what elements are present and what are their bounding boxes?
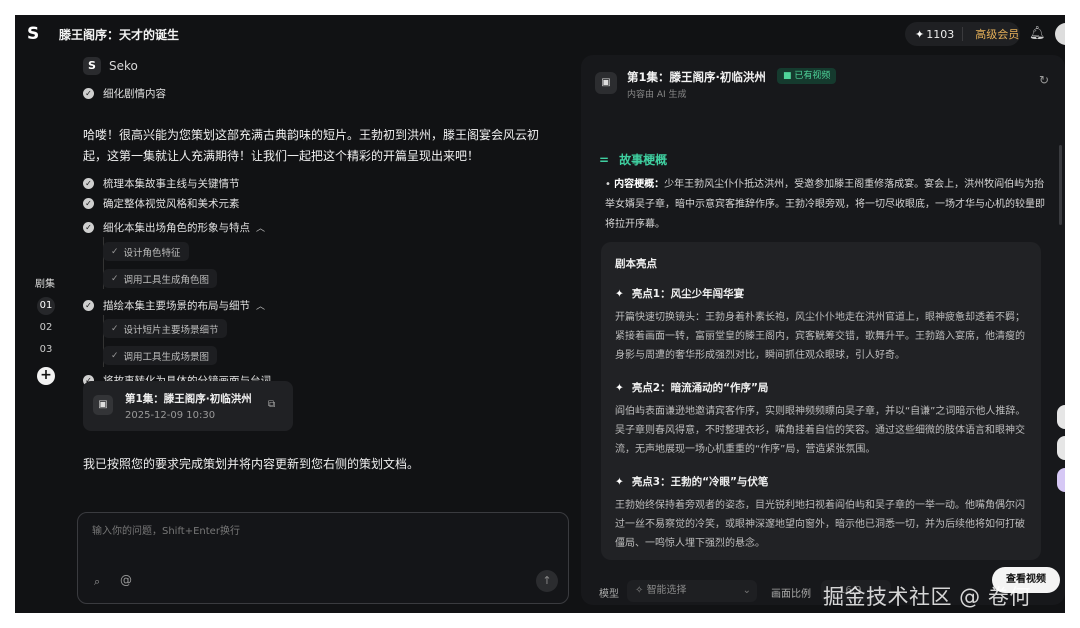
check-icon: ✓ (83, 222, 94, 233)
section-icon: = (599, 153, 610, 167)
seko-logo-icon: S (83, 57, 101, 75)
panel-title: 第1集：滕王阁序·初临洪州 (627, 70, 766, 84)
step-label: 细化剧情内容 (103, 88, 166, 100)
step-item: ✓ 细化剧情内容 (83, 86, 166, 101)
step-label: 描绘本集主要场景的布局与细节 (103, 300, 250, 312)
sub-step-chip: ✓ 调用工具生成角色图 (103, 269, 218, 288)
side-handle[interactable] (1057, 436, 1065, 460)
mention-icon[interactable]: @ (120, 573, 132, 587)
sub-step-label: 设计短片主要场景细节 (123, 324, 219, 336)
refresh-icon[interactable]: ↻ (1039, 73, 1049, 87)
section-title: = 故事梗概 (599, 151, 667, 168)
app-logo-icon[interactable]: S (27, 25, 43, 43)
chat-input-box[interactable]: 输入你的问题，Shift+Enter换行 ⌕ @ ↑ (77, 512, 569, 604)
app-window: S 滕王阁序：天才的诞生 ✦ 1103 高级会员 🔔︎ 剧集 01 02 03 … (15, 15, 1065, 613)
scrollbar[interactable] (1059, 145, 1062, 225)
chat-input-placeholder[interactable]: 输入你的问题，Shift+Enter换行 (92, 522, 240, 537)
highlight-title: ✦ 亮点1：风尘少年闯华宴 (615, 286, 744, 301)
summary-text: • 内容梗概：少年王勃风尘仆仆抵达洪州，受邀参加滕王阁重修落成宴。宴会上，洪州牧… (605, 179, 1045, 230)
highlight-title: ✦ 亮点2：暗流涌动的“作序”局 (615, 380, 768, 395)
check-icon: ✓ (83, 198, 94, 209)
step-item: ✓ 梳理本集故事主线与关键情节 (83, 176, 240, 191)
highlight-body: 阎伯屿表面谦逊地邀请宾客作序，实则眼神频频瞟向吴子章，并以“自谦”之词暗示他人推… (615, 406, 1026, 455)
step-item-expandable[interactable]: ✓ 细化本集出场角色的形象与特点 ︿ (83, 220, 265, 235)
highlights-box: 剧本亮点 ✦ 亮点1：风尘少年闯华宴 开篇快速切换镜头：王勃身着朴素长袍，风尘仆仆… (601, 242, 1041, 560)
badge-label: 已有视频 (794, 71, 831, 81)
summary-body: 少年王勃风尘仆仆抵达洪州，受邀参加滕王阁重修落成宴。宴会上，洪州牧阎伯屿为抬举女… (605, 179, 1045, 230)
sub-step-chip: ✓ 设计短片主要场景细节 (103, 319, 227, 338)
episode-01[interactable]: 01 (37, 297, 55, 315)
summary-label: 内容梗概： (614, 179, 665, 190)
highlight-title: ✦ 亮点3：王勃的“冷眼”与伏笔 (615, 474, 768, 489)
sub-step-chip: ✓ 调用工具生成场景图 (103, 346, 218, 365)
document-icon: ▣ (595, 72, 617, 94)
attach-icon[interactable]: ⌕ (94, 575, 100, 589)
chevron-up-icon[interactable]: ︿ (256, 221, 265, 234)
step-item: ✓ 确定整体视觉风格和美术元素 (83, 196, 240, 211)
bell-icon[interactable]: 🔔︎ (1029, 26, 1046, 41)
highlight-title-text: 亮点2：暗流涌动的“作序”局 (631, 382, 769, 394)
highlight-title-text: 亮点1：风尘少年闯华宴 (631, 288, 745, 300)
check-icon: ✓ (111, 273, 119, 284)
model-select[interactable]: ✧ 智能选择 ⌄ (627, 580, 757, 602)
check-icon: ✓ (83, 88, 94, 99)
check-icon: ✓ (83, 300, 94, 311)
sub-step-label: 调用工具生成角色图 (123, 274, 210, 286)
sub-step-label: 调用工具生成场景图 (123, 351, 210, 363)
add-episode-button[interactable]: + (37, 367, 55, 385)
sub-step-label: 设计角色特征 (123, 247, 181, 259)
check-icon: ✓ (111, 323, 119, 334)
highlight-body: 王勃始终保持着旁观者的姿态，目光锐利地扫视着阎伯屿和吴子章的一举一动。他嘴角偶尔… (615, 500, 1025, 549)
model-label: 模型 (599, 589, 619, 600)
episode-03[interactable]: 03 (37, 341, 55, 359)
credits-pill[interactable]: ✦ 1103 高级会员 (905, 22, 1020, 46)
sparkle-icon: ✦ (615, 288, 624, 300)
video-status-badge: ■ 已有视频 (777, 68, 837, 84)
highlights-title: 剧本亮点 (615, 258, 657, 270)
sparkle-icon: ✦ (615, 382, 624, 394)
side-handle[interactable] (1057, 405, 1065, 429)
highlight-title-text: 亮点3：王勃的“冷眼”与伏笔 (631, 476, 769, 488)
step-label: 梳理本集故事主线与关键情节 (103, 178, 240, 190)
card-date: 2025-12-09 10:30 (125, 410, 216, 421)
episode-02[interactable]: 02 (37, 319, 55, 337)
step-label: 确定整体视觉风格和美术元素 (103, 198, 240, 210)
avatar[interactable] (1055, 23, 1065, 45)
sparkle-icon: ✦ (915, 27, 925, 41)
document-icon: ▣ (93, 395, 113, 415)
model-value: 智能选择 (646, 585, 687, 596)
credits-count: 1103 (926, 27, 955, 41)
highlight-body: 开篇快速切换镜头：王勃身着朴素长袍，风尘仆仆地走在洪州官道上，眼神疲惫却透着不羁… (615, 312, 1025, 361)
agent-name: Seko (109, 59, 138, 73)
intro-message: 哈喽！很高兴能为您策划这部充满古典韵味的短片。王勃初到洪州，滕王阁宴会风云初起，… (83, 128, 540, 163)
top-bar: S 滕王阁序：天才的诞生 ✦ 1103 高级会员 🔔︎ (15, 15, 1065, 53)
send-button[interactable]: ↑ (536, 570, 558, 592)
project-title: 滕王阁序：天才的诞生 (59, 28, 180, 42)
side-handle[interactable] (1057, 468, 1065, 492)
step-item-expandable[interactable]: ✓ 描绘本集主要场景的布局与细节 ︿ (83, 298, 265, 313)
check-icon: ✓ (111, 350, 119, 361)
check-icon: ✓ (83, 178, 94, 189)
section-label: 故事梗概 (619, 153, 668, 167)
chevron-down-icon: ⌄ (742, 585, 751, 596)
step-label: 细化本集出场角色的形象与特点 (103, 222, 250, 234)
sparkle-icon: ✦ (615, 476, 624, 488)
vip-badge[interactable]: 高级会员 (975, 26, 1019, 42)
agent-header: S Seko (83, 57, 138, 75)
panel-subtitle: 内容由 AI 生成 (627, 90, 687, 100)
completion-message: 我已按照您的要求完成策划并将内容更新到您右侧的策划文档。 (83, 457, 420, 471)
card-title: 第1集：滕王阁序·初临洪州 (125, 393, 252, 405)
sub-step-chip: ✓ 设计角色特征 (103, 242, 189, 261)
check-icon: ✓ (111, 246, 119, 257)
chevron-up-icon[interactable]: ︿ (256, 299, 265, 312)
plan-document-panel: ▣ 第1集：滕王阁序·初临洪州 ■ 已有视频 内容由 AI 生成 ↻ = 故事梗概… (581, 55, 1065, 605)
episode-doc-card[interactable]: ▣ 第1集：滕王阁序·初临洪州 2025-12-09 10:30 ⧉ (83, 381, 293, 431)
copy-icon[interactable]: ⧉ (268, 399, 275, 410)
divider (962, 27, 964, 41)
ratio-label: 画面比例 (771, 589, 811, 600)
episodes-label: 剧集 (35, 279, 55, 290)
watermark: 掘金技术社区 @ 卷何 (823, 585, 1031, 609)
